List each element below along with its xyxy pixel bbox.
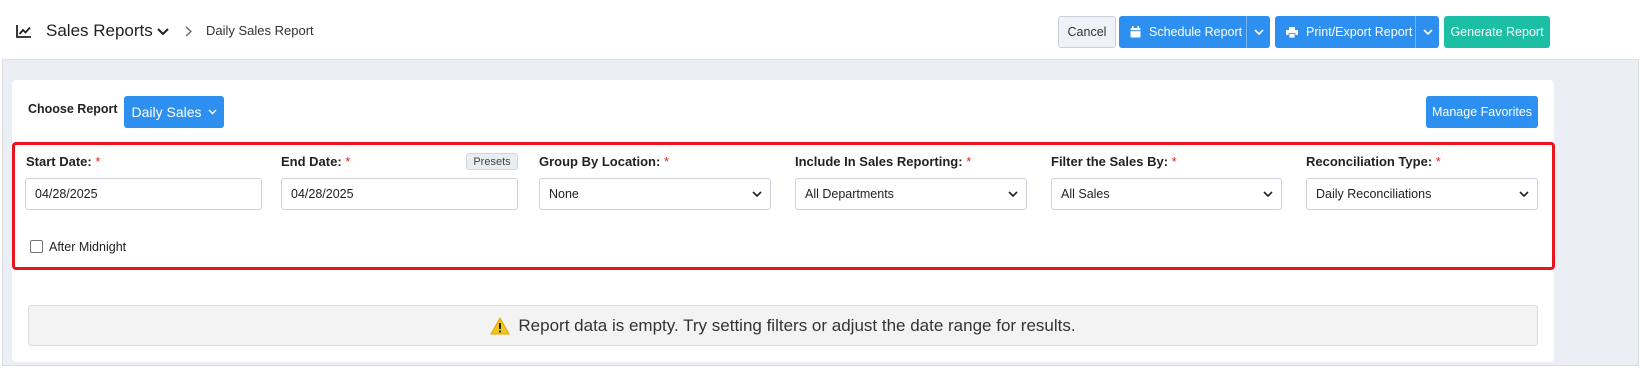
filter-sales-by-label: Filter the Sales By: * xyxy=(1051,154,1177,169)
chevron-down-icon xyxy=(752,191,762,197)
start-date-label: Start Date: * xyxy=(26,154,101,169)
filter-sales-by-select[interactable]: All Sales xyxy=(1051,178,1282,210)
page-title: Sales Reports xyxy=(46,21,153,40)
schedule-report-button[interactable]: Schedule Report xyxy=(1119,16,1246,48)
chevron-down-icon xyxy=(1422,29,1433,35)
breadcrumb: Daily Sales Report xyxy=(206,23,314,38)
alert-message: Report data is empty. Try setting filter… xyxy=(518,315,1076,335)
reconciliation-type-label: Reconciliation Type: * xyxy=(1306,154,1441,169)
print-export-button[interactable]: Print/Export Report xyxy=(1275,16,1415,48)
empty-report-alert: Report data is empty. Try setting filter… xyxy=(28,305,1538,346)
start-date-input[interactable]: 04/28/2025 xyxy=(25,178,262,210)
selected-report-label: Daily Sales xyxy=(131,104,202,120)
schedule-report-split-button: Schedule Report xyxy=(1119,16,1270,48)
generate-report-button[interactable]: Generate Report xyxy=(1444,16,1550,48)
chevron-down-icon xyxy=(1263,191,1273,197)
chevron-down-icon xyxy=(1008,191,1018,197)
chevron-down-icon xyxy=(207,109,217,115)
chevron-down-icon[interactable] xyxy=(157,28,169,36)
print-export-split-button: Print/Export Report xyxy=(1275,16,1439,48)
reconciliation-type-value: Daily Reconciliations xyxy=(1316,187,1432,201)
presets-button[interactable]: Presets xyxy=(466,153,518,170)
group-by-location-select[interactable]: None xyxy=(539,178,771,210)
after-midnight-checkbox[interactable] xyxy=(30,240,43,253)
after-midnight-label: After Midnight xyxy=(49,240,127,254)
print-export-dropdown[interactable] xyxy=(1415,16,1439,48)
choose-report-dropdown[interactable]: Daily Sales xyxy=(124,96,224,128)
group-by-location-value: None xyxy=(549,187,579,201)
include-in-sales-value: All Departments xyxy=(805,187,894,201)
group-by-location-label: Group By Location: * xyxy=(539,154,670,169)
choose-report-label: Choose Report xyxy=(28,102,118,116)
schedule-report-dropdown[interactable] xyxy=(1246,16,1270,48)
end-date-input[interactable]: 04/28/2025 xyxy=(281,178,518,210)
manage-favorites-button[interactable]: Manage Favorites xyxy=(1426,96,1538,128)
include-in-sales-select[interactable]: All Departments xyxy=(795,178,1027,210)
end-date-label: End Date: * xyxy=(281,154,351,169)
warning-icon xyxy=(490,316,511,334)
chevron-down-icon xyxy=(1519,191,1529,197)
cancel-button[interactable]: Cancel xyxy=(1058,16,1116,48)
schedule-report-label: Schedule Report xyxy=(1149,25,1243,39)
print-export-label: Print/Export Report xyxy=(1306,25,1413,39)
calendar-icon xyxy=(1130,26,1141,38)
chart-line-icon xyxy=(16,25,31,38)
printer-icon xyxy=(1286,26,1298,38)
breadcrumb-chevron-icon xyxy=(185,26,192,37)
chevron-down-icon xyxy=(1253,29,1264,35)
filter-sales-by-value: All Sales xyxy=(1061,187,1110,201)
reconciliation-type-select[interactable]: Daily Reconciliations xyxy=(1306,178,1538,210)
include-in-sales-label: Include In Sales Reporting: * xyxy=(795,154,972,169)
